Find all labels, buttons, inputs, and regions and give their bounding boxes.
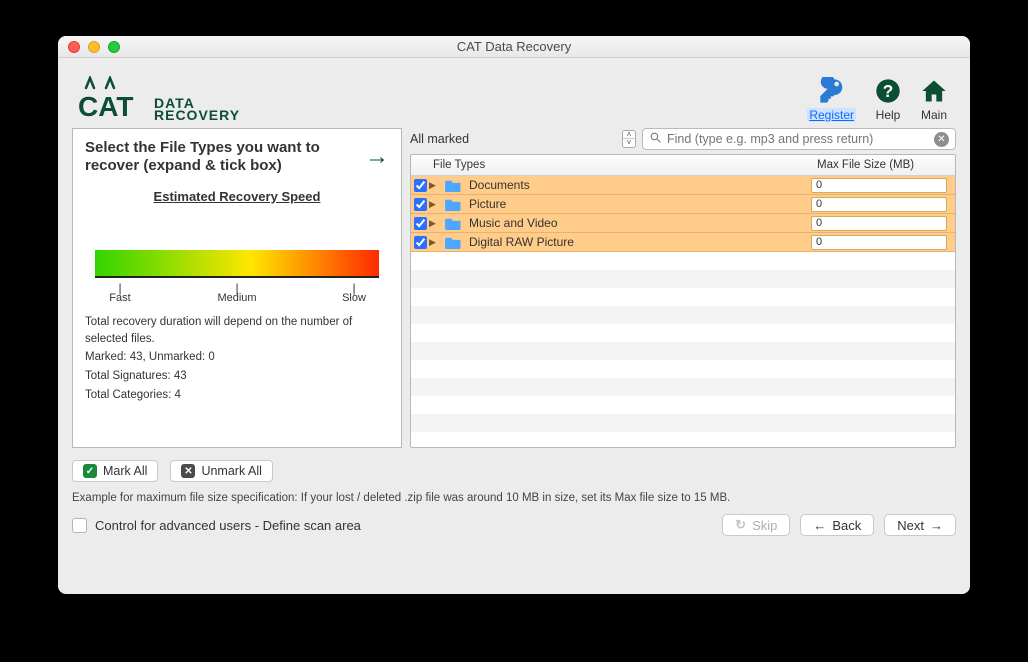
window-title: CAT Data Recovery bbox=[58, 39, 970, 54]
next-label: Next bbox=[897, 518, 924, 533]
x-icon: ✕ bbox=[181, 464, 195, 478]
mark-all-button[interactable]: ✓ Mark All bbox=[72, 460, 158, 482]
next-arrow-icon: → bbox=[930, 518, 943, 533]
help-icon: ? bbox=[874, 77, 902, 108]
col-file-types[interactable]: File Types bbox=[411, 159, 813, 171]
stepper-down-icon[interactable]: ˅ bbox=[623, 139, 635, 147]
table-row[interactable]: ▶ Documents0 bbox=[411, 176, 955, 195]
disclosure-triangle-icon[interactable]: ▶ bbox=[429, 199, 445, 210]
disclosure-triangle-icon[interactable]: ▶ bbox=[429, 180, 445, 191]
logo-text: DATA RECOVERY bbox=[154, 97, 240, 122]
mark-buttons-row: ✓ Mark All ✕ Unmark All bbox=[72, 460, 956, 482]
max-size-field[interactable]: 0 bbox=[811, 178, 947, 193]
all-marked-selector[interactable]: All marked ˄ ˅ bbox=[410, 130, 636, 148]
tick-medium: Medium bbox=[217, 292, 256, 304]
back-arrow-icon: ← bbox=[813, 518, 826, 533]
col-max-size[interactable]: Max File Size (MB) bbox=[813, 159, 955, 171]
table-row[interactable]: ▶ Music and Video0 bbox=[411, 214, 955, 233]
mark-all-label: Mark All bbox=[103, 464, 147, 478]
disclosure-triangle-icon[interactable]: ▶ bbox=[429, 237, 445, 248]
skip-arrow-icon: ↻ bbox=[735, 517, 746, 533]
check-icon: ✓ bbox=[83, 464, 97, 478]
cat-logo-icon: CAT bbox=[78, 76, 150, 122]
folder-icon bbox=[445, 235, 467, 249]
signatures-count: Total Signatures: 43 bbox=[85, 368, 389, 385]
row-name: Documents bbox=[467, 178, 811, 192]
svg-text:?: ? bbox=[883, 81, 894, 101]
max-size-field[interactable]: 0 bbox=[811, 216, 947, 231]
advanced-checkbox[interactable] bbox=[72, 518, 87, 533]
arrow-right-icon: → bbox=[365, 143, 389, 171]
home-icon bbox=[920, 77, 948, 108]
app-window: CAT Data Recovery CAT DATA RECOVERY bbox=[58, 36, 970, 594]
top-icons: Register ? Help Main bbox=[807, 77, 948, 122]
left-panel-title: Select the File Types you want to recove… bbox=[85, 139, 345, 175]
main-button[interactable]: Main bbox=[920, 77, 948, 122]
search-input[interactable] bbox=[667, 132, 929, 146]
row-name: Digital RAW Picture bbox=[467, 235, 811, 249]
unmark-all-button[interactable]: ✕ Unmark All bbox=[170, 460, 272, 482]
search-icon bbox=[649, 131, 662, 147]
table-body: ▶Documents0▶Picture0▶Music and Video0▶Di… bbox=[411, 176, 955, 252]
help-button[interactable]: ? Help bbox=[874, 77, 902, 122]
speed-gradient-bar bbox=[95, 250, 379, 278]
left-panel-info: Total recovery duration will depend on t… bbox=[85, 314, 389, 403]
table-row[interactable]: ▶ Digital RAW Picture0 bbox=[411, 233, 955, 252]
categories-count: Total Categories: 4 bbox=[85, 387, 389, 404]
tick-slow: Slow bbox=[342, 292, 366, 304]
nav-buttons: ↻ Skip ← Back Next → bbox=[722, 514, 956, 536]
advanced-control[interactable]: Control for advanced users - Define scan… bbox=[72, 518, 361, 533]
search-box[interactable]: ✕ bbox=[642, 128, 956, 150]
max-size-field[interactable]: 0 bbox=[811, 197, 947, 212]
disclosure-triangle-icon[interactable]: ▶ bbox=[429, 218, 445, 229]
example-text: Example for maximum file size specificat… bbox=[72, 492, 956, 504]
unmark-all-label: Unmark All bbox=[201, 464, 261, 478]
duration-note: Total recovery duration will depend on t… bbox=[85, 314, 389, 347]
bottom-row: Control for advanced users - Define scan… bbox=[72, 514, 956, 544]
folder-icon bbox=[445, 178, 467, 192]
register-label: Register bbox=[807, 108, 856, 122]
back-button[interactable]: ← Back bbox=[800, 514, 874, 536]
skip-button[interactable]: ↻ Skip bbox=[722, 514, 790, 536]
top-bar: CAT DATA RECOVERY Register ? bbox=[72, 68, 956, 122]
main-label: Main bbox=[921, 108, 947, 122]
back-label: Back bbox=[832, 518, 861, 533]
content-area: CAT DATA RECOVERY Register ? bbox=[58, 58, 970, 594]
table-row[interactable]: ▶ Picture0 bbox=[411, 195, 955, 214]
right-top-bar: All marked ˄ ˅ ✕ bbox=[410, 128, 956, 150]
max-size-field[interactable]: 0 bbox=[811, 235, 947, 250]
row-checkbox[interactable] bbox=[414, 217, 427, 230]
clear-search-icon[interactable]: ✕ bbox=[934, 132, 949, 147]
stepper-control[interactable]: ˄ ˅ bbox=[622, 130, 636, 148]
skip-label: Skip bbox=[752, 518, 777, 533]
tick-fast: Fast bbox=[109, 292, 130, 304]
file-types-table: File Types Max File Size (MB) ▶ Documents… bbox=[410, 154, 956, 448]
right-column: All marked ˄ ˅ ✕ bbox=[410, 128, 956, 448]
table-header: File Types Max File Size (MB) bbox=[411, 155, 955, 176]
row-checkbox[interactable] bbox=[414, 236, 427, 249]
speed-ticks: |Fast |Medium |Slow bbox=[95, 284, 379, 304]
svg-text:CAT: CAT bbox=[78, 91, 133, 122]
help-label: Help bbox=[876, 108, 901, 122]
advanced-label: Control for advanced users - Define scan… bbox=[95, 518, 361, 533]
left-panel: Select the File Types you want to recove… bbox=[72, 128, 402, 448]
marked-count: Marked: 43, Unmarked: 0 bbox=[85, 349, 389, 366]
row-name: Music and Video bbox=[467, 216, 811, 230]
titlebar: CAT Data Recovery bbox=[58, 36, 970, 58]
folder-icon bbox=[445, 197, 467, 211]
row-checkbox[interactable] bbox=[414, 179, 427, 192]
folder-icon bbox=[445, 216, 467, 230]
estimated-recovery-speed-label: Estimated Recovery Speed bbox=[85, 189, 389, 204]
next-button[interactable]: Next → bbox=[884, 514, 956, 536]
mid-row: Select the File Types you want to recove… bbox=[72, 128, 956, 448]
app-logo: CAT DATA RECOVERY bbox=[78, 68, 240, 122]
register-button[interactable]: Register bbox=[807, 77, 856, 122]
all-marked-label: All marked bbox=[410, 132, 618, 146]
key-icon bbox=[818, 77, 846, 108]
row-name: Picture bbox=[467, 197, 811, 211]
row-checkbox[interactable] bbox=[414, 198, 427, 211]
empty-rows bbox=[411, 252, 955, 448]
